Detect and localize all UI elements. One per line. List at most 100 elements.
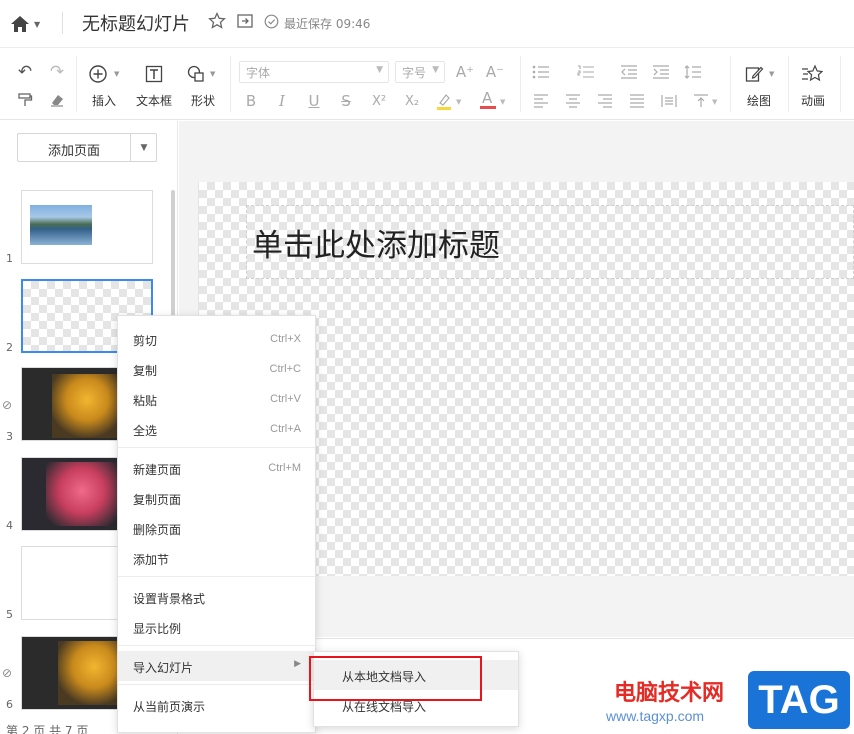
menu-item-select-all[interactable]: 全选 Ctrl+A: [118, 414, 315, 444]
clear-format-button[interactable]: [46, 89, 68, 111]
slide-number: 5: [6, 608, 13, 621]
menu-item-new-page[interactable]: 新建页面 Ctrl+M: [118, 453, 315, 483]
menu-item-background-format[interactable]: 设置背景格式: [118, 582, 315, 612]
home-button[interactable]: ▼: [10, 12, 46, 36]
menu-item-paste[interactable]: 粘贴 Ctrl+V: [118, 384, 315, 414]
link-icon: ⊘: [2, 398, 13, 412]
menu-item-label: 从当前页演示: [133, 700, 206, 714]
shrink-font-button[interactable]: A⁻: [484, 61, 506, 83]
font-color-button[interactable]: A: [477, 88, 499, 110]
font-family-placeholder: 字体: [246, 66, 271, 80]
menu-item-label: 复制: [133, 364, 158, 378]
draw-button[interactable]: [743, 63, 765, 85]
vertical-align-button[interactable]: [690, 90, 712, 112]
menu-item-label: 添加节: [133, 553, 170, 567]
undo-icon: ↶: [17, 62, 33, 82]
star-button[interactable]: [208, 11, 228, 32]
menu-item-label: 全选: [133, 424, 158, 438]
menu-item-duplicate-page[interactable]: 复制页面: [118, 483, 315, 513]
watermark-url: www.tagxp.com: [606, 708, 705, 724]
format-painter-icon: [18, 93, 33, 106]
saved-check-icon: [264, 14, 280, 30]
menu-item-label: 粘贴: [133, 394, 158, 408]
textbox-button[interactable]: [143, 63, 165, 85]
menu-item-label: 剪切: [133, 334, 158, 348]
format-painter-button[interactable]: [14, 89, 36, 111]
chevron-down-icon: ▼: [34, 19, 41, 29]
slide-title-placeholder[interactable]: 单击此处添加标题: [252, 220, 500, 265]
move-to-folder-button[interactable]: [236, 12, 256, 32]
highlight-button[interactable]: [433, 90, 455, 112]
divider: [62, 12, 63, 34]
save-status: 最近保存 09:46: [284, 17, 371, 31]
document-title[interactable]: 无标题幻灯片: [82, 10, 190, 36]
link-icon: ⊘: [2, 666, 13, 680]
menu-item-copy[interactable]: 复制 Ctrl+C: [118, 354, 315, 384]
textbox-label: 文本框: [136, 94, 173, 108]
distribute-icon: [661, 95, 677, 107]
align-left-button[interactable]: [530, 90, 552, 112]
add-page-button[interactable]: 添加页面 ▼: [17, 133, 157, 162]
bullet-list-icon: [532, 65, 549, 79]
divider: [788, 56, 789, 112]
insert-button[interactable]: [87, 63, 109, 85]
menu-item-shortcut: Ctrl+A: [270, 423, 301, 435]
chevron-down-icon: ▼: [500, 98, 506, 106]
underline-button[interactable]: U: [303, 90, 325, 112]
divider: [76, 56, 77, 112]
align-center-button[interactable]: [562, 90, 584, 112]
animation-button[interactable]: [801, 63, 823, 85]
watermark-site-name: 电脑技术网: [614, 681, 725, 706]
menu-item-shortcut: Ctrl+V: [270, 393, 301, 405]
bold-button[interactable]: B: [240, 90, 262, 112]
grow-font-button[interactable]: A⁺: [454, 61, 476, 83]
menu-item-shortcut: Ctrl+X: [270, 333, 301, 345]
font-family-select[interactable]: 字体 ▼: [239, 61, 389, 83]
align-center-icon: [566, 94, 580, 108]
font-size-select[interactable]: 字号 ▼: [395, 61, 445, 83]
chevron-down-icon: ▼: [456, 98, 462, 106]
redo-button[interactable]: ↷: [46, 61, 68, 83]
add-page-dropdown[interactable]: ▼: [131, 134, 157, 161]
align-right-button[interactable]: [594, 90, 616, 112]
draw-label: 绘图: [747, 94, 772, 108]
menu-item-label: 设置背景格式: [133, 592, 206, 606]
decrease-indent-button[interactable]: [618, 61, 640, 83]
line-spacing-button[interactable]: [682, 61, 704, 83]
justify-button[interactable]: [626, 90, 648, 112]
divider: [730, 56, 731, 112]
divider: [840, 56, 841, 112]
distribute-button[interactable]: [658, 90, 680, 112]
slide-number: 6: [6, 698, 13, 711]
menu-item-add-section[interactable]: 添加节: [118, 543, 315, 573]
chevron-down-icon: ▼: [140, 142, 148, 153]
menu-item-play-from-current[interactable]: 从当前页演示: [118, 690, 315, 720]
menu-item-display-ratio[interactable]: 显示比例: [118, 612, 315, 642]
superscript-button[interactable]: X²: [368, 90, 390, 112]
bullet-list-button[interactable]: [530, 61, 552, 83]
flower-image: [46, 462, 126, 526]
shape-button[interactable]: [185, 63, 207, 85]
increase-indent-button[interactable]: [650, 61, 672, 83]
menu-item-shortcut: Ctrl+C: [269, 363, 301, 375]
align-right-icon: [598, 94, 612, 108]
undo-button[interactable]: ↶: [14, 61, 36, 83]
numbered-list-button[interactable]: [575, 61, 597, 83]
subscript-button[interactable]: X₂: [401, 90, 423, 112]
italic-button[interactable]: I: [271, 90, 293, 112]
landscape-image: [30, 205, 92, 245]
strikethrough-button[interactable]: S: [335, 90, 357, 112]
vertical-align-icon: [694, 94, 708, 107]
context-menu: 剪切 Ctrl+X 复制 Ctrl+C 粘贴 Ctrl+V 全选 Ctrl+A …: [117, 315, 316, 733]
menu-item-import-slides[interactable]: 导入幻灯片 ▶: [118, 651, 315, 681]
chevron-down-icon: ▼: [114, 70, 120, 78]
slide-panel-scrollbar[interactable]: [171, 190, 175, 320]
menu-item-label: 导入幻灯片: [133, 661, 194, 675]
menu-separator: [118, 576, 315, 577]
plus-circle-icon: [89, 65, 107, 83]
justify-icon: [630, 94, 644, 108]
slide-thumbnail-1[interactable]: [21, 190, 153, 264]
menu-item-delete-page[interactable]: 删除页面: [118, 513, 315, 543]
eraser-icon: [51, 95, 63, 107]
menu-item-cut[interactable]: 剪切 Ctrl+X: [118, 324, 315, 354]
